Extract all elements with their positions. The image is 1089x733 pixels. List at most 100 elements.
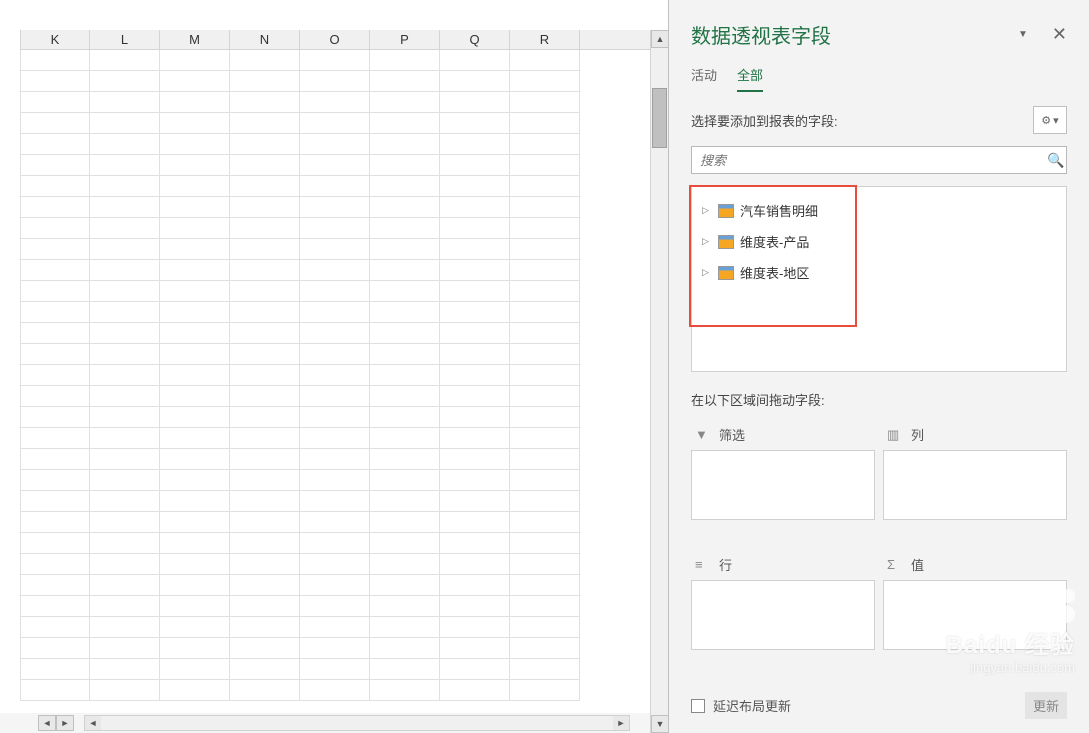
cell[interactable] — [510, 575, 580, 596]
cell[interactable] — [370, 596, 440, 617]
cell[interactable] — [90, 239, 160, 260]
cell[interactable] — [440, 176, 510, 197]
cell[interactable] — [510, 407, 580, 428]
cell[interactable] — [370, 113, 440, 134]
cell[interactable] — [230, 470, 300, 491]
cell[interactable] — [20, 533, 90, 554]
pane-dropdown-icon[interactable]: ▼ — [1018, 29, 1028, 40]
cell[interactable] — [230, 428, 300, 449]
scroll-left-icon[interactable]: ◄ — [85, 716, 101, 730]
cell[interactable] — [300, 680, 370, 701]
cell[interactable] — [20, 638, 90, 659]
tab-all[interactable]: 全部 — [737, 61, 763, 92]
cell[interactable] — [440, 260, 510, 281]
cell[interactable] — [300, 155, 370, 176]
checkbox-icon[interactable] — [691, 699, 705, 713]
cell[interactable] — [90, 176, 160, 197]
cell[interactable] — [510, 638, 580, 659]
col-header[interactable]: L — [90, 30, 160, 49]
cell[interactable] — [20, 554, 90, 575]
cell[interactable] — [90, 407, 160, 428]
cell[interactable] — [440, 533, 510, 554]
col-header[interactable]: P — [370, 30, 440, 49]
cell[interactable] — [160, 575, 230, 596]
cell[interactable] — [370, 92, 440, 113]
cell[interactable] — [440, 449, 510, 470]
vertical-scrollbar[interactable]: ▲ ▼ — [650, 30, 668, 733]
cell[interactable] — [230, 92, 300, 113]
cell[interactable] — [230, 407, 300, 428]
cell[interactable] — [300, 491, 370, 512]
cell[interactable] — [440, 302, 510, 323]
cell[interactable] — [230, 155, 300, 176]
cell[interactable] — [510, 386, 580, 407]
cell[interactable] — [90, 596, 160, 617]
cell[interactable] — [230, 50, 300, 71]
cell[interactable] — [230, 71, 300, 92]
cell[interactable] — [510, 302, 580, 323]
cell[interactable] — [230, 176, 300, 197]
cell[interactable] — [370, 554, 440, 575]
expand-icon[interactable]: ▷ — [702, 205, 712, 216]
cell[interactable] — [300, 176, 370, 197]
cell[interactable] — [300, 617, 370, 638]
cell[interactable] — [160, 71, 230, 92]
cell[interactable] — [440, 407, 510, 428]
cell[interactable] — [300, 449, 370, 470]
cell[interactable] — [440, 155, 510, 176]
cell[interactable] — [230, 239, 300, 260]
search-box[interactable]: 🔍 — [691, 146, 1067, 174]
cell[interactable] — [20, 134, 90, 155]
cell[interactable] — [90, 617, 160, 638]
cell[interactable] — [370, 71, 440, 92]
cell[interactable] — [300, 470, 370, 491]
cell[interactable] — [160, 554, 230, 575]
col-header[interactable]: K — [20, 30, 90, 49]
cell[interactable] — [440, 470, 510, 491]
cell[interactable] — [20, 449, 90, 470]
cell[interactable] — [440, 680, 510, 701]
cell[interactable] — [510, 491, 580, 512]
cell[interactable] — [300, 71, 370, 92]
cell[interactable] — [300, 407, 370, 428]
cell[interactable] — [160, 680, 230, 701]
cell[interactable] — [230, 596, 300, 617]
cell[interactable] — [440, 554, 510, 575]
expand-icon[interactable]: ▷ — [702, 236, 712, 247]
cell[interactable] — [160, 491, 230, 512]
cell[interactable] — [160, 428, 230, 449]
cell[interactable] — [230, 323, 300, 344]
cell[interactable] — [510, 92, 580, 113]
cell[interactable] — [160, 365, 230, 386]
cell[interactable] — [20, 428, 90, 449]
cell[interactable] — [370, 134, 440, 155]
search-input[interactable] — [692, 153, 1046, 168]
cell[interactable] — [20, 344, 90, 365]
cell[interactable] — [510, 218, 580, 239]
cell[interactable] — [90, 92, 160, 113]
cell[interactable] — [160, 638, 230, 659]
cell[interactable] — [20, 575, 90, 596]
cell[interactable] — [90, 575, 160, 596]
cell[interactable] — [370, 533, 440, 554]
cell[interactable] — [20, 659, 90, 680]
cell[interactable] — [90, 260, 160, 281]
cell[interactable] — [370, 50, 440, 71]
cell[interactable] — [300, 197, 370, 218]
cell[interactable] — [370, 302, 440, 323]
cell[interactable] — [300, 554, 370, 575]
cell[interactable] — [300, 239, 370, 260]
cell[interactable] — [160, 50, 230, 71]
cell[interactable] — [370, 491, 440, 512]
cell[interactable] — [510, 134, 580, 155]
scroll-up-icon[interactable]: ▲ — [651, 30, 669, 48]
cell[interactable] — [370, 176, 440, 197]
cell[interactable] — [440, 386, 510, 407]
horizontal-scrollbar[interactable]: ◄ ► — [84, 715, 630, 731]
cell[interactable] — [440, 491, 510, 512]
cell[interactable] — [300, 638, 370, 659]
cell[interactable] — [90, 365, 160, 386]
cell[interactable] — [300, 92, 370, 113]
cell[interactable] — [90, 155, 160, 176]
update-button[interactable]: 更新 — [1025, 692, 1067, 719]
